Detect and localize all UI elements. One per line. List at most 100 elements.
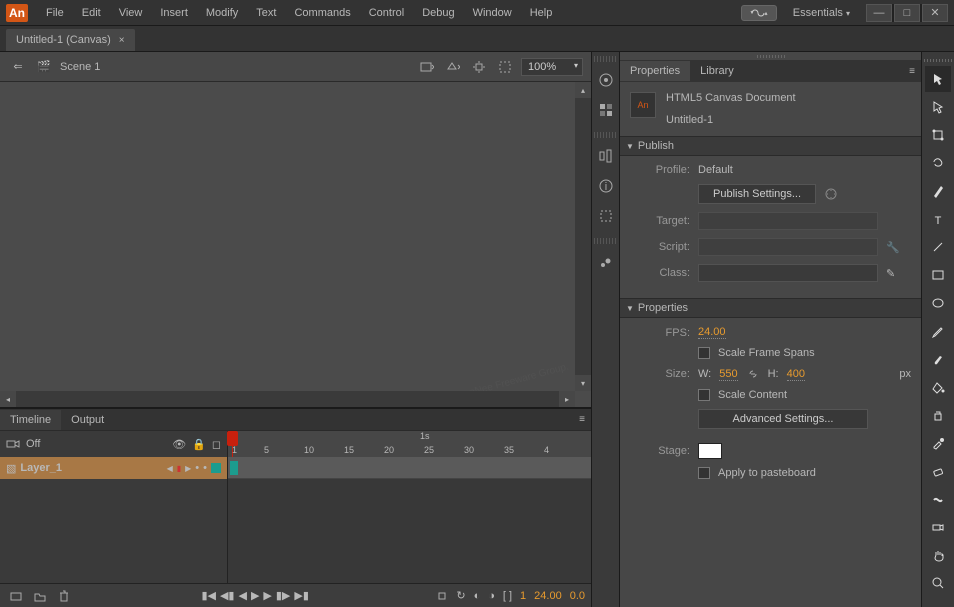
menu-view[interactable]: View <box>111 3 151 23</box>
scroll-left-icon[interactable]: ◂ <box>0 391 16 407</box>
horizontal-scrollbar[interactable]: ◂ ▸ <box>0 391 575 407</box>
panel-grip[interactable] <box>620 52 921 60</box>
line-tool[interactable] <box>925 234 951 260</box>
edit-class-icon[interactable]: ✎ <box>886 267 895 280</box>
advanced-settings-button[interactable]: Advanced Settings... <box>698 409 868 429</box>
section-publish-header[interactable]: ▼ Publish <box>620 136 921 156</box>
eyedropper-tool[interactable] <box>925 430 951 456</box>
scroll-up-icon[interactable]: ▴ <box>575 82 591 98</box>
layer-outline-swatch[interactable] <box>211 463 221 473</box>
zoom-dropdown[interactable]: 100% <box>521 58 583 76</box>
tab-library[interactable]: Library <box>690 61 744 81</box>
step-back-icon[interactable]: ◀ <box>238 589 246 602</box>
minimize-button[interactable]: — <box>866 4 892 22</box>
scroll-down-icon[interactable]: ▾ <box>575 375 591 391</box>
layer-name[interactable]: Layer_1 <box>20 462 162 474</box>
vertical-scrollbar[interactable]: ▴ ▾ <box>575 82 591 391</box>
last-frame-icon[interactable]: ▶▮ <box>294 589 309 602</box>
selection-tool[interactable] <box>925 66 951 92</box>
apply-pasteboard-checkbox[interactable] <box>698 467 710 479</box>
tab-timeline[interactable]: Timeline <box>0 410 61 430</box>
frames-pane[interactable]: 1 5 10 15 20 25 30 35 4 1s <box>228 431 591 583</box>
menu-control[interactable]: Control <box>361 3 412 23</box>
menu-commands[interactable]: Commands <box>286 3 358 23</box>
free-transform-tool[interactable] <box>925 122 951 148</box>
scene-icon[interactable]: 🎬 <box>34 57 54 77</box>
scroll-right-icon[interactable]: ▸ <box>559 391 575 407</box>
onion-skin-icon[interactable]: ◐ <box>474 590 481 602</box>
align-panel-icon[interactable] <box>594 144 618 168</box>
panel-menu-icon[interactable]: ≡ <box>909 66 915 77</box>
step-fwd-icon[interactable]: ▶ <box>263 589 271 602</box>
dock-grip[interactable] <box>594 56 618 62</box>
width-tool[interactable] <box>925 486 951 512</box>
menu-file[interactable]: File <box>38 3 72 23</box>
dock-grip[interactable] <box>594 238 618 244</box>
menu-edit[interactable]: Edit <box>74 3 109 23</box>
frame-ruler[interactable]: 1 5 10 15 20 25 30 35 4 1s <box>228 431 591 457</box>
oval-tool[interactable] <box>925 290 951 316</box>
current-frame[interactable]: 1 <box>520 590 526 602</box>
menu-modify[interactable]: Modify <box>198 3 246 23</box>
new-layer-icon[interactable] <box>6 586 26 606</box>
tab-output[interactable]: Output <box>61 410 114 430</box>
scale-content-checkbox[interactable] <box>698 389 710 401</box>
paint-bucket-tool[interactable] <box>925 374 951 400</box>
edit-symbol-icon[interactable] <box>443 57 463 77</box>
next-frame-icon[interactable]: ▮▶ <box>276 589 291 602</box>
layer-row[interactable]: ▧ Layer_1 ◀ ▮ ▶ • • <box>0 457 227 479</box>
menu-debug[interactable]: Debug <box>414 3 462 23</box>
width-value[interactable]: 550 <box>719 368 737 381</box>
current-fps[interactable]: 24.00 <box>534 590 562 602</box>
layer-frames[interactable] <box>228 457 591 479</box>
class-input[interactable] <box>698 264 878 282</box>
hand-tool[interactable] <box>925 542 951 568</box>
pencil-tool[interactable] <box>925 318 951 344</box>
clip-content-icon[interactable] <box>495 57 515 77</box>
close-button[interactable]: ✕ <box>922 4 948 22</box>
layer-active-icon[interactable]: ▮ <box>177 464 181 473</box>
first-frame-icon[interactable]: ▮◀ <box>201 589 216 602</box>
loop-icon[interactable]: ↻ <box>456 589 465 602</box>
ink-bottle-tool[interactable] <box>925 402 951 428</box>
camera-tool[interactable] <box>925 514 951 540</box>
visibility-column-icon[interactable]: 👁 <box>172 438 186 451</box>
layer-lock-dot[interactable]: • <box>203 462 207 474</box>
eraser-tool[interactable] <box>925 458 951 484</box>
sync-button[interactable] <box>741 5 777 21</box>
menu-window[interactable]: Window <box>465 3 520 23</box>
center-stage-icon[interactable] <box>469 57 489 77</box>
subselection-tool[interactable] <box>925 94 951 120</box>
camera-icon[interactable] <box>6 438 20 450</box>
text-tool[interactable]: T <box>925 206 951 232</box>
brush-tool[interactable] <box>925 346 951 372</box>
layer-next-icon[interactable]: ▶ <box>185 464 191 473</box>
scale-frame-spans-checkbox[interactable] <box>698 347 710 359</box>
onion-outline-icon[interactable]: ◑ <box>488 590 495 602</box>
info-panel-icon[interactable]: i <box>594 174 618 198</box>
lasso-tool[interactable] <box>925 150 951 176</box>
zoom-tool[interactable] <box>925 570 951 596</box>
dock-grip[interactable] <box>594 132 618 138</box>
center-frame-icon[interactable] <box>436 590 448 602</box>
fps-value[interactable]: 24.00 <box>698 326 726 339</box>
new-folder-icon[interactable] <box>30 586 50 606</box>
panel-grip[interactable] <box>924 56 952 64</box>
section-properties-header[interactable]: ▼ Properties <box>620 298 921 318</box>
menu-insert[interactable]: Insert <box>152 3 196 23</box>
rectangle-tool[interactable] <box>925 262 951 288</box>
layer-prev-icon[interactable]: ◀ <box>167 464 173 473</box>
transform-panel-icon[interactable] <box>594 204 618 228</box>
stage-color-swatch[interactable] <box>698 443 722 459</box>
outline-column-icon[interactable]: ◻ <box>212 438 221 451</box>
edit-scene-icon[interactable] <box>417 57 437 77</box>
elapsed-time[interactable]: 0.0 <box>570 590 585 602</box>
brushes-panel-icon[interactable] <box>594 250 618 274</box>
close-tab-icon[interactable]: × <box>119 35 125 46</box>
back-button[interactable]: ⇐ <box>8 57 28 77</box>
color-panel-icon[interactable] <box>594 68 618 92</box>
workspace-dropdown[interactable]: Essentials ▾ <box>785 3 858 23</box>
document-tab[interactable]: Untitled-1 (Canvas) × <box>6 29 135 51</box>
onion-range-icon[interactable]: [ ] <box>503 590 512 602</box>
tab-properties[interactable]: Properties <box>620 61 690 81</box>
